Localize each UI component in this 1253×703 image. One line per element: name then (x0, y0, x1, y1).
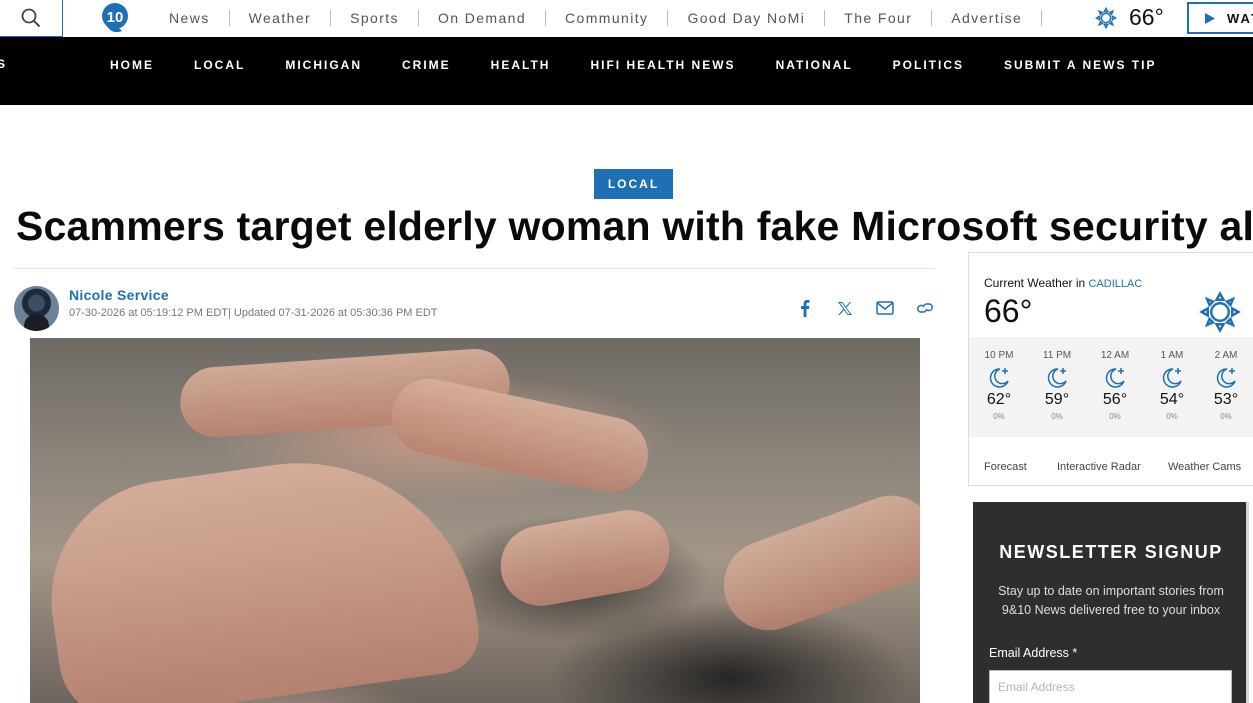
hour-time: 11 PM (1042, 350, 1072, 361)
share-bar (785, 297, 945, 319)
newsletter-title: NEWSLETTER SIGNUP (999, 542, 1223, 562)
share-x-button[interactable] (825, 297, 865, 319)
weather-city-link[interactable]: CADILLAC (1089, 278, 1143, 290)
nav-national[interactable]: NATIONAL (756, 58, 873, 72)
hourly-forecast-item: 11 PM 59° 0% (1037, 350, 1077, 421)
hourly-forecast-item: 1 AM 54° 0% (1152, 350, 1192, 421)
top-nav-news[interactable]: News (150, 9, 230, 26)
category-badge[interactable]: LOCAL (594, 169, 673, 199)
moon-icon (989, 368, 1009, 388)
nav-crime[interactable]: CRIME (382, 58, 471, 72)
weather-label-text: Current Weather in (984, 276, 1086, 290)
weather-cams-link[interactable]: Weather Cams (1168, 461, 1241, 473)
author-avatar[interactable] (14, 286, 59, 331)
watch-live-button[interactable]: WAT (1187, 2, 1253, 34)
current-temperature: 66° (984, 293, 1033, 329)
sun-icon (1199, 291, 1241, 333)
main-nav-cut-item[interactable]: S (0, 57, 5, 71)
newsletter-subtitle: Stay up to date on important stories fro… (998, 584, 1224, 617)
share-facebook-button[interactable] (785, 297, 825, 319)
sun-icon (1095, 6, 1117, 29)
moon-icon (1216, 368, 1236, 388)
top-nav: News Weather Sports On Demand Community … (150, 0, 1043, 35)
hour-time: 12 AM (1100, 350, 1130, 361)
divider (14, 268, 935, 269)
hour-precip: 0% (1220, 412, 1232, 421)
search-button[interactable] (0, 0, 63, 37)
top-nav-good-day-nomi[interactable]: Good Day NoMi (668, 9, 826, 26)
hour-temperature: 59° (1044, 391, 1070, 408)
svg-text:10: 10 (107, 9, 124, 26)
watch-label: WAT (1227, 10, 1253, 26)
article-dates: 07-30-2026 at 05:19:12 PM EDT| Updated 0… (69, 307, 438, 319)
hour-temperature: 62° (986, 391, 1012, 408)
hour-precip: 0% (1166, 412, 1178, 421)
top-nav-sports[interactable]: Sports (331, 9, 419, 26)
email-field-label: Email Address * (989, 646, 1078, 660)
moon-icon (1162, 368, 1182, 388)
header-weather[interactable]: 66° (1095, 4, 1164, 31)
hour-time: 1 AM (1160, 350, 1184, 361)
play-icon (1205, 12, 1215, 24)
author-name[interactable]: Nicole Service (69, 287, 169, 303)
top-nav-community[interactable]: Community (546, 9, 669, 26)
weather-label: Current Weather in CADILLAC (984, 276, 1142, 290)
hourly-forecast-item: 12 AM 56° 0% (1095, 350, 1135, 421)
header-temperature: 66° (1129, 4, 1164, 30)
top-nav-on-demand[interactable]: On Demand (419, 9, 547, 26)
nav-politics[interactable]: POLITICS (873, 58, 984, 72)
hour-temperature: 54° (1159, 391, 1185, 408)
nav-hifi-health-news[interactable]: HIFI HEALTH NEWS (570, 58, 755, 72)
top-bar: 10 News Weather Sports On Demand Communi… (0, 0, 1253, 37)
hour-precip: 0% (1051, 412, 1063, 421)
facebook-icon (801, 300, 810, 317)
nav-home[interactable]: HOME (90, 58, 174, 72)
email-icon (876, 301, 894, 315)
hour-temperature: 56° (1102, 391, 1128, 408)
nav-submit-news-tip[interactable]: SUBMIT A NEWS TIP (984, 58, 1176, 72)
hour-time: 10 PM (984, 350, 1014, 361)
top-nav-the-four[interactable]: The Four (825, 9, 933, 26)
weather-widget: Current Weather in CADILLAC 66° 10 PM 62… (968, 252, 1253, 486)
weather-forecast-link[interactable]: Forecast (984, 461, 1027, 473)
email-field[interactable] (989, 670, 1232, 703)
search-icon (21, 8, 41, 28)
moon-icon (1105, 368, 1125, 388)
link-icon (917, 303, 933, 313)
moon-icon (1047, 368, 1067, 388)
nav-health[interactable]: HEALTH (471, 58, 571, 72)
hour-temperature: 53° (1213, 391, 1239, 408)
article-headline: Scammers target elderly woman with fake … (16, 203, 1253, 249)
top-nav-advertise[interactable]: Advertise (932, 9, 1043, 26)
newsletter-signup: NEWSLETTER SIGNUP Stay up to date on imp… (973, 502, 1249, 703)
hour-time: 2 AM (1214, 350, 1238, 361)
site-logo[interactable]: 10 (98, 1, 132, 35)
hourly-forecast-item: 2 AM 53° 0% (1206, 350, 1246, 421)
share-email-button[interactable] (865, 297, 905, 319)
weather-radar-link[interactable]: Interactive Radar (1057, 461, 1141, 473)
hour-precip: 0% (1109, 412, 1121, 421)
top-nav-weather[interactable]: Weather (230, 9, 332, 26)
nav-local[interactable]: LOCAL (174, 58, 265, 72)
nav-michigan[interactable]: MICHIGAN (265, 58, 382, 72)
hour-precip: 0% (993, 412, 1005, 421)
x-icon (838, 301, 852, 315)
hourly-forecast-item: 10 PM 62° 0% (979, 350, 1019, 421)
main-nav: S HOME LOCAL MICHIGAN CRIME HEALTH HIFI … (0, 37, 1253, 105)
share-link-button[interactable] (905, 297, 945, 319)
article-hero-image (30, 338, 920, 703)
